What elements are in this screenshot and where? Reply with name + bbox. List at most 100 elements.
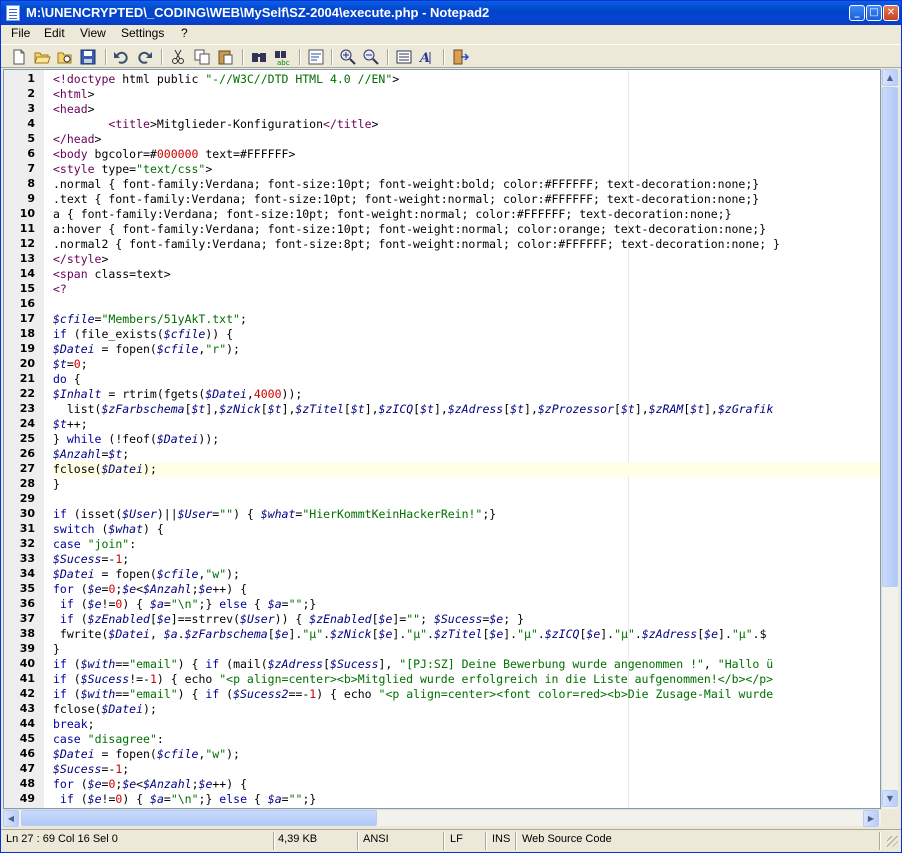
window-title: M:\UNENCRYPTED\_CODING\WEB\MySelf\SZ-200…: [26, 5, 490, 20]
code-line[interactable]: }: [53, 642, 60, 657]
status-encoding[interactable]: ANSI: [363, 833, 389, 848]
code-line[interactable]: if (file_exists($cfile)) {: [53, 327, 233, 342]
code-line[interactable]: $Datei = fopen($cfile,"r");: [53, 342, 240, 357]
undo-icon[interactable]: [112, 48, 130, 66]
code-line[interactable]: case "join":: [53, 537, 136, 552]
code-line[interactable]: fwrite($Datei, $a.$zFarbschema[$e]."µ".$…: [53, 627, 767, 642]
line-number: 45: [19, 732, 35, 745]
code-line[interactable]: <head>: [53, 102, 95, 117]
code-line[interactable]: <html>: [53, 87, 95, 102]
find-icon[interactable]: [250, 48, 268, 66]
line-number: 44: [19, 717, 35, 730]
code-line[interactable]: $Datei = fopen($cfile,"w");: [53, 567, 240, 582]
code-line[interactable]: switch ($what) {: [53, 522, 164, 537]
redo-icon[interactable]: [136, 48, 154, 66]
code-line[interactable]: if ($with=="email") { if ($Sucess2==-1) …: [53, 687, 773, 702]
scheme-icon[interactable]: [395, 48, 413, 66]
scroll-up-button[interactable]: ▲: [882, 69, 898, 86]
scroll-left-button[interactable]: ◀: [3, 810, 19, 827]
code-line[interactable]: <?: [53, 282, 67, 297]
code-line[interactable]: fclose($Datei);: [53, 462, 880, 477]
scroll-right-button[interactable]: ▶: [863, 810, 879, 827]
code-line[interactable]: .normal2 { font-family:Verdana; font-siz…: [53, 237, 780, 252]
line-number: 46: [19, 747, 35, 760]
code-line[interactable]: a:hover { font-family:Verdana; font-size…: [53, 222, 766, 237]
code-line[interactable]: if ($e!=0) { $a="\n";} else { $a="";}: [53, 792, 316, 807]
code-editor[interactable]: 1 2 3 4 5 6 7 8 9 10 11 12 13 14 15 16 17 18 19 20 21 22 23 24 2…: [3, 69, 881, 809]
status-insert-mode[interactable]: INS: [492, 833, 510, 848]
save-icon[interactable]: [79, 48, 97, 66]
new-icon[interactable]: [10, 48, 28, 66]
code-line[interactable]: $Datei = fopen($cfile,"w");: [53, 747, 240, 762]
line-number: 41: [19, 672, 35, 685]
code-area[interactable]: <!doctype html public "-//W3C//DTD HTML …: [53, 70, 880, 808]
close-button[interactable]: ✕: [883, 5, 899, 21]
zoom-in-icon[interactable]: [339, 48, 357, 66]
title-bar[interactable]: M:\UNENCRYPTED\_CODING\WEB\MySelf\SZ-200…: [1, 1, 901, 25]
resize-grip-icon[interactable]: [887, 836, 898, 847]
toolbar-separator: [105, 49, 107, 65]
code-line[interactable]: } while (!feof($Datei));: [53, 432, 219, 447]
line-number: 35: [19, 582, 35, 595]
code-line[interactable]: $cfile="Members/51yAkT.txt";: [53, 312, 247, 327]
code-line[interactable]: .normal { font-family:Verdana; font-size…: [53, 177, 759, 192]
code-line[interactable]: a { font-family:Verdana; font-size:10pt;…: [53, 207, 732, 222]
code-line[interactable]: }: [53, 477, 60, 492]
open-icon[interactable]: [33, 48, 51, 66]
code-line[interactable]: .text { font-family:Verdana; font-size:1…: [53, 192, 759, 207]
zoom-out-icon[interactable]: [362, 48, 380, 66]
vertical-scrollbar[interactable]: ▲ ▼: [881, 69, 898, 809]
menu-file[interactable]: File: [11, 26, 30, 40]
code-line[interactable]: $Sucess=-1;: [53, 552, 129, 567]
code-line[interactable]: </style>: [53, 252, 108, 267]
code-line[interactable]: if ($Sucess!=-1) { echo "<p align=center…: [53, 672, 773, 687]
line-number: 39: [19, 642, 35, 655]
code-line[interactable]: $Anzahl=$t;: [53, 447, 129, 462]
code-line[interactable]: fclose($Datei);: [53, 702, 157, 717]
code-line[interactable]: <title>Mitglieder-Konfiguration</title>: [53, 117, 378, 132]
menu-help[interactable]: ?: [181, 26, 188, 40]
code-line[interactable]: $Inhalt = rtrim(fgets($Datei,4000));: [53, 387, 302, 402]
maximize-button[interactable]: □: [866, 5, 882, 21]
code-line[interactable]: $t=0;: [53, 357, 88, 372]
line-number: 5: [27, 132, 35, 145]
cut-icon[interactable]: [169, 48, 187, 66]
menu-settings[interactable]: Settings: [121, 26, 164, 40]
code-line[interactable]: $t++;: [53, 417, 88, 432]
code-line[interactable]: for ($e=0;$e<$Anzahl;$e++) {: [53, 777, 247, 792]
customize-scheme-icon[interactable]: A: [419, 48, 437, 66]
code-line[interactable]: list($zFarbschema[$t],$zNick[$t],$zTitel…: [53, 402, 774, 417]
exit-icon[interactable]: [451, 48, 469, 66]
code-line[interactable]: if (isset($User)||$User="") { $what="Hie…: [53, 507, 496, 522]
horizontal-scroll-thumb[interactable]: [21, 810, 377, 826]
code-line[interactable]: <style type="text/css">: [53, 162, 212, 177]
code-line[interactable]: break;: [53, 717, 95, 732]
code-line[interactable]: <span class=text>: [53, 267, 171, 282]
code-line[interactable]: for ($e=0;$e<$Anzahl;$e++) {: [53, 582, 247, 597]
vertical-scroll-thumb[interactable]: [882, 87, 898, 587]
code-line[interactable]: </head>: [53, 132, 101, 147]
replace-icon[interactable]: abc: [273, 48, 291, 66]
code-line[interactable]: <body bgcolor=#000000 text=#FFFFFF>: [53, 147, 295, 162]
scroll-down-button[interactable]: ▼: [882, 790, 898, 807]
wordwrap-icon[interactable]: [307, 48, 325, 66]
code-line[interactable]: case "disagree":: [53, 732, 164, 747]
menu-view[interactable]: View: [80, 26, 106, 40]
code-line[interactable]: if ($with=="email") { if (mail($zAdress[…: [53, 657, 773, 672]
status-divider: [879, 832, 881, 850]
browse-icon[interactable]: [56, 48, 74, 66]
code-line[interactable]: if ($zEnabled[$e]==strrev($User)) { $zEn…: [53, 612, 524, 627]
paste-icon[interactable]: [216, 48, 234, 66]
notepad-app-icon[interactable]: [6, 5, 20, 21]
horizontal-scrollbar[interactable]: ◀ ▶: [3, 809, 881, 827]
copy-icon[interactable]: [193, 48, 211, 66]
code-line[interactable]: if ($e!=0) { $a="\n";} else { $a="";}: [53, 597, 316, 612]
code-line[interactable]: do {: [53, 372, 81, 387]
line-number: 2: [27, 87, 35, 100]
menu-edit[interactable]: Edit: [44, 26, 65, 40]
status-line-ending[interactable]: LF: [450, 833, 463, 848]
code-line[interactable]: <!doctype html public "-//W3C//DTD HTML …: [53, 72, 399, 87]
status-scheme[interactable]: Web Source Code: [522, 833, 612, 848]
minimize-button[interactable]: _: [849, 5, 865, 21]
code-line[interactable]: $Sucess=-1;: [53, 762, 129, 777]
